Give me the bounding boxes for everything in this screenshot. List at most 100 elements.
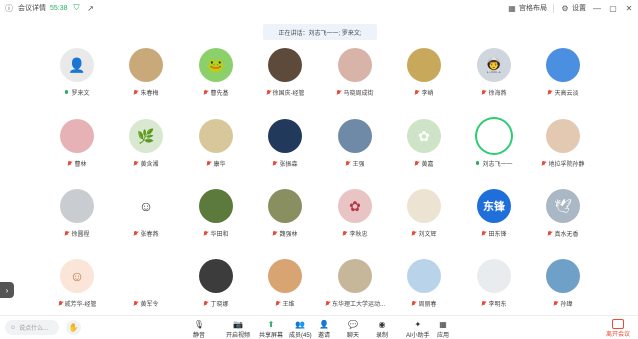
participant-tile[interactable]: ☺ 张春燕 (111, 189, 181, 245)
avatar (199, 119, 233, 153)
maximize-icon[interactable]: ▢ (608, 3, 618, 13)
participant-tile[interactable]: 徐国庆-经管 (250, 48, 320, 104)
participant-name-row: 马晓周成街 (320, 88, 390, 97)
participant-tile[interactable]: 李明东 (459, 259, 529, 315)
microphone-icon: 🎙 (193, 319, 205, 329)
participant-name: 刘文辉 (418, 232, 437, 238)
participant-tile[interactable]: 曹林 (42, 119, 112, 175)
participant-tile[interactable]: 王维 (250, 259, 320, 315)
participant-tile[interactable]: 孙瑋 (528, 259, 598, 315)
participant-tile[interactable]: 天高云淡 (528, 48, 598, 104)
participant-name: 地拉孚院孙静 (548, 162, 585, 168)
close-icon[interactable]: ✕ (624, 3, 634, 13)
minimize-icon[interactable]: — (592, 3, 602, 13)
participant-tile[interactable]: 🐸 曹先基 (181, 48, 251, 104)
toolbar-record-button[interactable]: ◉ 录制 (376, 319, 388, 339)
participant-name: 徐海燕 (488, 91, 507, 97)
speaking-indicator: 正在讲话：刘志飞一一; 罗来文; (263, 24, 377, 40)
settings-button[interactable]: ⚙ 设置 (560, 3, 586, 13)
participant-tile[interactable]: 丁晓娜 (181, 259, 251, 315)
microphone-muted-icon (272, 160, 277, 167)
participant-tile[interactable]: 华田和 (181, 189, 251, 245)
participant-tile[interactable]: 地拉孚院孙静 (528, 119, 598, 175)
astronaut-icon: 👨‍🚀 (485, 56, 503, 73)
participant-name-row: 康华 (181, 159, 251, 168)
participant-tile[interactable]: 👤 罗来文 (42, 48, 112, 104)
participant-tile[interactable]: 👨‍🚀 徐海燕 (459, 48, 529, 104)
participant-tile[interactable]: 刘文辉 (389, 189, 459, 245)
participant-name-row: 黄含湘 (111, 159, 181, 168)
avatar (546, 48, 580, 82)
participant-tile[interactable]: 徐圆程 (42, 189, 112, 245)
participant-name: 戚芳华-经管 (64, 302, 97, 308)
microphone-muted-icon (58, 300, 63, 307)
participant-name: 真水无香 (554, 232, 579, 238)
participant-tile[interactable]: 东华理工大学运动... (320, 259, 390, 315)
toolbar-members-button[interactable]: 👥 成员(45) (289, 319, 312, 339)
microphone-on-icon (64, 89, 69, 96)
participant-name-row: 徐国庆-经管 (250, 88, 320, 97)
participant-tile[interactable]: 东锋 田东锋 (459, 189, 529, 245)
participant-tile[interactable]: 黄军令 (111, 259, 181, 315)
toolbar-microphone-button[interactable]: 🎙 静音 (193, 319, 205, 339)
leave-meeting-button[interactable]: 离开会议 (606, 319, 630, 338)
info-icon[interactable]: ⓘ (4, 3, 14, 13)
chat-input[interactable]: ☺ 说点什么... (5, 320, 59, 335)
microphone-muted-icon (206, 160, 211, 167)
raise-hand-button[interactable]: ✋ (66, 320, 81, 335)
microphone-muted-icon (272, 230, 277, 237)
avatar (338, 119, 372, 153)
participant-tile[interactable]: ✿ 黄嘉 (389, 119, 459, 175)
microphone-muted-icon (133, 89, 138, 96)
participant-name: 曹林 (74, 162, 87, 168)
external-link-icon[interactable]: ↗ (86, 3, 96, 13)
participant-tile[interactable]: 王强 (320, 119, 390, 175)
avatar: ✿ (407, 119, 441, 153)
participant-tile[interactable]: 朱春梅 (111, 48, 181, 104)
participant-tile[interactable]: 魏强林 (250, 189, 320, 245)
participant-tile[interactable]: 🌿 黄含湘 (111, 119, 181, 175)
layout-button[interactable]: ▦ 宫格布局 (507, 3, 547, 13)
microphone-on-icon (475, 160, 480, 167)
participant-tile[interactable]: 周丽春 (389, 259, 459, 315)
participant-tile[interactable]: 康华 (181, 119, 251, 175)
microphone-muted-icon (133, 160, 138, 167)
invite-icon: 👤 (319, 319, 329, 329)
toolbar-share-screen-button[interactable]: ⬆ 共享屏幕 (259, 319, 283, 339)
toolbar-label: 静音 (193, 333, 206, 339)
participant-tile[interactable]: 张振森 (250, 119, 320, 175)
divider (553, 3, 554, 13)
grid-layout-icon: ▦ (508, 3, 516, 13)
participant-name-row: 张春燕 (111, 229, 181, 238)
toolbar-apps-button[interactable]: ▦ 应用 (437, 319, 449, 339)
participant-tile[interactable]: ✿ 李秋忠 (320, 189, 390, 245)
toolbar-ai-assistant-button[interactable]: ✦ AI小助手 (406, 319, 430, 339)
participant-name: 王维 (282, 302, 295, 308)
ai-assistant-icon: ✦ (414, 319, 422, 329)
toolbar-label: AI小助手 (406, 333, 430, 339)
participant-name: 刘志飞一一 (482, 162, 513, 168)
microphone-muted-icon (336, 89, 341, 96)
avatar: 🐸 (199, 48, 233, 82)
meeting-info-link[interactable]: 会议详情 (18, 3, 46, 13)
toolbar-chat-button[interactable]: 💬 聊天 (347, 319, 359, 339)
emoji-icon[interactable]: ☺ (10, 325, 16, 331)
participant-tile[interactable]: 马晓周成街 (320, 48, 390, 104)
participant-tile[interactable]: 刘志飞一一 (459, 119, 529, 175)
participant-name-row: 东华理工大学运动... (320, 299, 390, 308)
leave-label: 离开会议 (605, 332, 630, 338)
participant-tile[interactable]: ☺ 戚芳华-经管 (42, 259, 112, 315)
toolbar-camera-button[interactable]: 📷 开启视频 (226, 319, 250, 339)
expand-sidebar-button[interactable]: › (0, 282, 14, 298)
shield-icon[interactable]: ⛉ (72, 3, 82, 13)
participant-tile[interactable]: 李峭 (389, 48, 459, 104)
toolbar-label: 成员(45) (289, 333, 312, 339)
participant-name-row: 戚芳华-经管 (42, 299, 112, 308)
participant-tile[interactable]: 🕊 真水无香 (528, 189, 598, 245)
participant-name-row: 黄嘉 (389, 159, 459, 168)
participant-name: 罗来文 (71, 91, 90, 97)
participant-name: 曹先基 (210, 91, 229, 97)
toolbar-invite-button[interactable]: 👤 邀请 (318, 319, 330, 339)
participant-name-row: 天高云淡 (528, 88, 598, 97)
participant-name-row: 刘志飞一一 (459, 159, 529, 168)
